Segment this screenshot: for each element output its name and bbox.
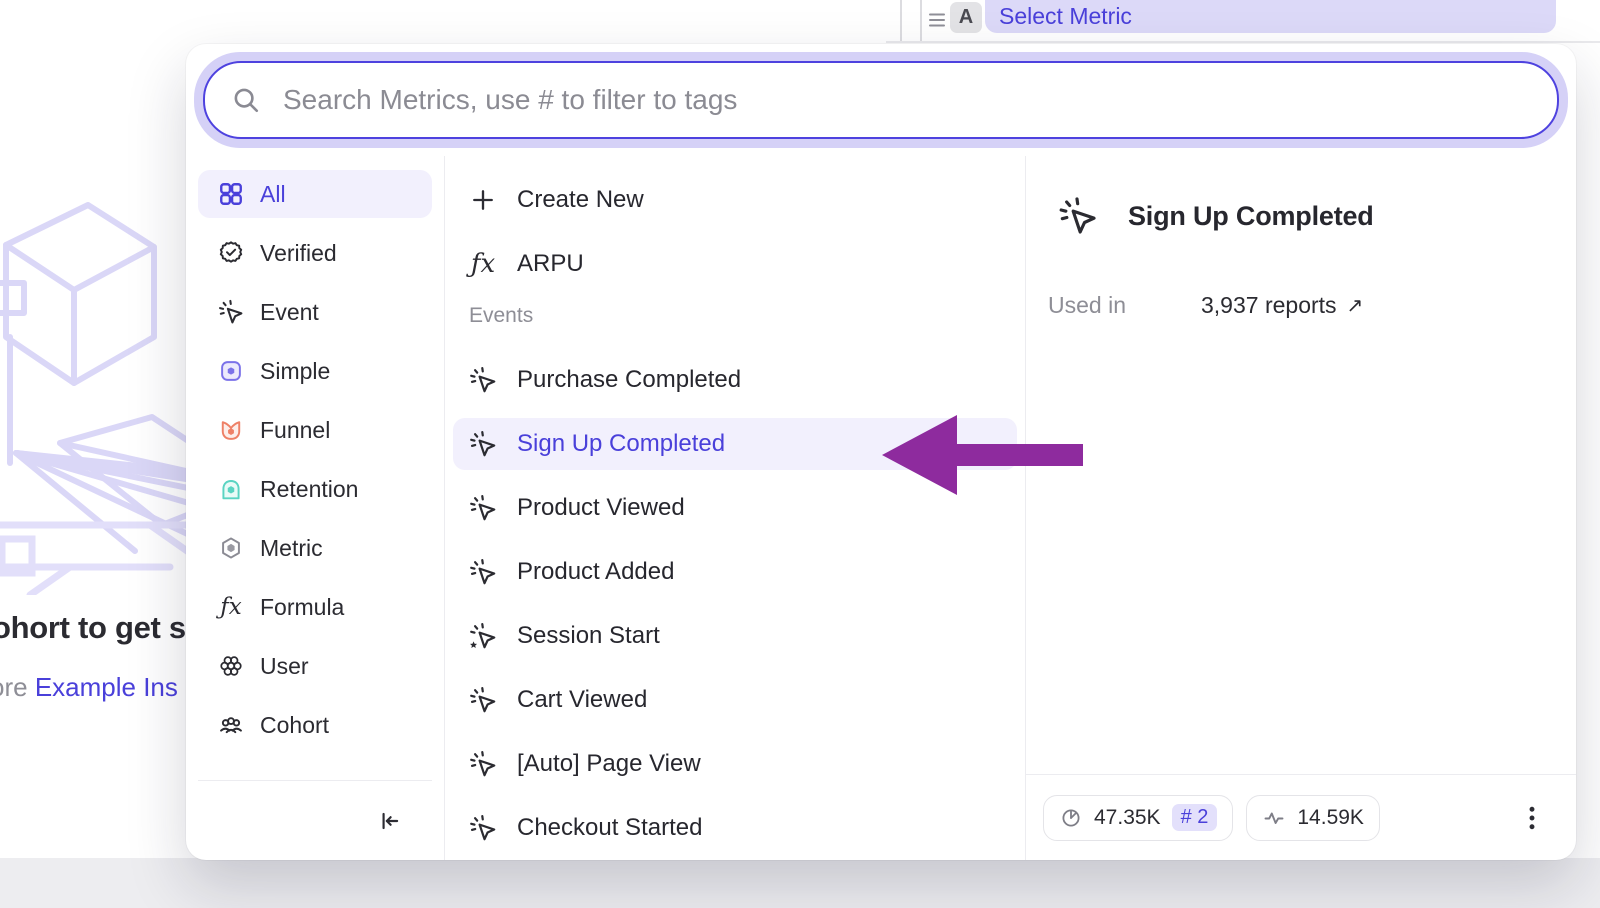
session-start-cursor-icon — [469, 622, 497, 650]
collapse-left-icon — [376, 808, 402, 834]
sidebar-item-funnel[interactable]: Funnel — [198, 406, 432, 454]
grid-icon — [218, 181, 244, 207]
retention-arch-icon — [218, 476, 244, 502]
event-cursor-icon — [469, 366, 497, 394]
sidebar-item-label: Metric — [260, 535, 323, 562]
series-a-badge: A — [950, 2, 982, 33]
metric-list-item-purchase-completed[interactable]: Purchase Completed — [453, 354, 1017, 406]
event-cursor-icon — [469, 430, 497, 458]
metric-list: Create New ƒx ARPU Events Purchase Compl… — [445, 156, 1025, 860]
select-metric-field[interactable]: Select Metric — [985, 0, 1556, 33]
sidebar-item-user[interactable]: User — [198, 642, 432, 690]
sidebar-footer — [198, 780, 432, 860]
sidebar-item-label: User — [260, 653, 309, 680]
sidebar-item-formula[interactable]: ƒx Formula — [198, 583, 432, 631]
row-label: Session Start — [517, 622, 660, 650]
sidebar-item-verified[interactable]: Verified — [198, 229, 432, 277]
panel-divider — [900, 0, 902, 41]
verified-seal-icon — [218, 240, 244, 266]
metric-list-item-checkout-started[interactable]: Checkout Started — [453, 802, 1017, 854]
activity-count-chip[interactable]: 14.59K — [1246, 795, 1380, 841]
kebab-menu-icon — [1518, 804, 1546, 832]
metric-list-item-product-viewed[interactable]: Product Viewed — [453, 482, 1017, 534]
event-cursor-icon — [469, 686, 497, 714]
toolbar-border — [886, 41, 1600, 43]
sidebar-item-retention[interactable]: Retention — [198, 465, 432, 513]
empty-state-subline: ore Example Ins — [0, 672, 178, 703]
metric-list-item-sign-up-completed[interactable]: Sign Up Completed — [453, 418, 1017, 470]
empty-state-heading: ohort to get s — [0, 610, 186, 646]
row-label: Purchase Completed — [517, 366, 741, 394]
user-cluster-icon — [218, 653, 244, 679]
sidebar-item-all[interactable]: All — [198, 170, 432, 218]
events-section-header: Events — [469, 302, 1025, 330]
event-cursor-icon — [218, 299, 244, 325]
reports-link[interactable]: 3,937 reports ↗ — [1201, 292, 1363, 319]
reports-count: 3,937 reports — [1201, 292, 1337, 319]
example-insights-link[interactable]: Example Ins — [35, 672, 178, 702]
metric-detail-title: Sign Up Completed — [1128, 201, 1374, 232]
metric-list-item-session-start[interactable]: Session Start — [453, 610, 1017, 662]
panel-divider — [920, 0, 922, 41]
drag-handle-icon[interactable] — [926, 9, 948, 31]
sidebar-item-cohort[interactable]: Cohort — [198, 701, 432, 749]
row-label: Create New — [517, 186, 644, 214]
sidebar-item-label: Formula — [260, 594, 344, 621]
event-cursor-icon — [1058, 196, 1098, 236]
metric-list-item-auto-page-view[interactable]: [Auto] Page View — [453, 738, 1017, 790]
funnel-icon — [218, 417, 244, 443]
screen: ohort to get s ore Example Ins A Select … — [0, 0, 1600, 908]
simple-square-icon — [218, 358, 244, 384]
pulse-icon — [1262, 806, 1286, 830]
metric-list-item-cart-viewed[interactable]: Cart Viewed — [453, 674, 1017, 726]
collapse-sidebar-button[interactable] — [372, 804, 406, 838]
cohort-people-icon — [218, 712, 244, 738]
sidebar-item-event[interactable]: Event — [198, 288, 432, 336]
sidebar-item-label: Cohort — [260, 712, 329, 739]
sidebar-item-label: All — [260, 181, 286, 208]
subline-prefix: ore — [0, 672, 28, 702]
create-new-button[interactable]: Create New — [453, 174, 1017, 226]
search-input[interactable] — [203, 61, 1559, 139]
metric-list-item-arpu[interactable]: ƒx ARPU — [453, 238, 1017, 290]
sidebar-item-simple[interactable]: Simple — [198, 347, 432, 395]
select-metric-dialog: All Verified Event Simple Funnel — [186, 44, 1576, 860]
pie-chart-icon — [1059, 806, 1083, 830]
sidebar-item-label: Funnel — [260, 417, 330, 444]
more-options-button[interactable] — [1514, 800, 1550, 836]
sidebar-item-label: Verified — [260, 240, 337, 267]
total-count-chip[interactable]: 47.35K # 2 — [1043, 795, 1233, 841]
sidebar-item-metric[interactable]: Metric — [198, 524, 432, 572]
sidebar-item-label: Simple — [260, 358, 330, 385]
row-label: [Auto] Page View — [517, 750, 701, 778]
sidebar-item-label: Retention — [260, 476, 358, 503]
row-label: ARPU — [517, 250, 584, 278]
event-cursor-icon — [469, 558, 497, 586]
event-cursor-icon — [469, 494, 497, 522]
search-icon — [231, 85, 261, 115]
row-label: Product Viewed — [517, 494, 685, 522]
search-bar — [194, 52, 1568, 148]
row-label: Checkout Started — [517, 814, 702, 842]
event-cursor-icon — [469, 814, 497, 842]
row-label: Sign Up Completed — [517, 430, 725, 458]
sidebar-item-label: Event — [260, 299, 319, 326]
used-in-label: Used in — [1048, 292, 1201, 319]
metric-hexagon-icon — [218, 535, 244, 561]
plus-icon — [469, 186, 497, 214]
event-cursor-icon — [469, 750, 497, 778]
metric-list-item-product-added[interactable]: Product Added — [453, 546, 1017, 598]
formula-fx-icon: ƒx — [469, 249, 497, 279]
chip-value: 14.59K — [1297, 806, 1364, 830]
chip-value: 47.35K — [1094, 806, 1161, 830]
page-bottom-strip — [0, 858, 1600, 908]
external-link-icon: ↗ — [1347, 293, 1364, 318]
detail-footer: 47.35K # 2 14.59K — [1026, 774, 1576, 860]
formula-fx-icon: ƒx — [218, 594, 244, 620]
row-label: Product Added — [517, 558, 674, 586]
filter-sidebar: All Verified Event Simple Funnel — [186, 156, 445, 860]
metric-detail-panel: Sign Up Completed Used in 3,937 reports … — [1025, 156, 1576, 860]
row-label: Cart Viewed — [517, 686, 647, 714]
rank-badge: # 2 — [1172, 804, 1218, 831]
